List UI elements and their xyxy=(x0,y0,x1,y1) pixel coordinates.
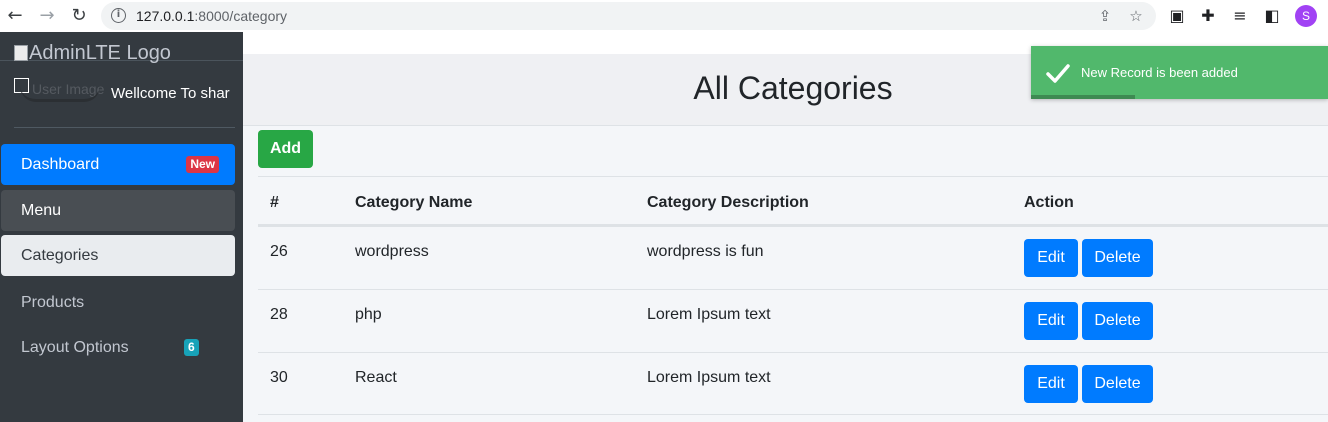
back-icon[interactable]: ← xyxy=(3,4,27,28)
reload-icon[interactable]: ↻ xyxy=(67,4,91,28)
cell-name: php xyxy=(355,306,382,323)
success-toast[interactable]: New Record is been added xyxy=(1031,46,1328,99)
media-queue-icon[interactable]: ≡ xyxy=(1229,5,1251,27)
cell-description: Lorem Ipsum text xyxy=(647,369,771,386)
sidebar-item-layout-options[interactable]: Layout Options 6 xyxy=(1,327,235,368)
column-header-description: Category Description xyxy=(647,194,809,211)
cell-id: 30 xyxy=(270,369,288,386)
browser-toolbar: ← → ↻ i 127.0.0.1:8000/category ⇪ ☆ ▣ ✚ … xyxy=(0,0,1328,32)
cell-id: 26 xyxy=(270,243,288,260)
new-badge: New xyxy=(186,156,219,173)
url-host: 127.0.0.1 xyxy=(136,8,195,24)
toast-progress-bar xyxy=(1031,95,1135,99)
table-row: 28 php Lorem Ipsum text Edit Delete xyxy=(258,289,1328,352)
column-header-name: Category Name xyxy=(355,194,473,211)
cell-name: wordpress xyxy=(355,243,429,260)
cell-description: Lorem Ipsum text xyxy=(647,306,771,323)
main-sidebar: AdminLTE Logo User Image Wellcome To sha… xyxy=(0,32,243,422)
edit-button[interactable]: Edit xyxy=(1024,239,1078,277)
brand-logo-alt: AdminLTE Logo xyxy=(29,42,171,64)
toast-message: New Record is been added xyxy=(1081,65,1238,80)
profile-avatar[interactable]: S xyxy=(1295,5,1317,27)
side-panel-icon[interactable]: ◧ xyxy=(1261,5,1283,27)
sidebar-item-label: Products xyxy=(21,294,85,311)
brand-link[interactable]: AdminLTE Logo xyxy=(0,32,243,64)
sidebar-item-label: Menu xyxy=(21,202,62,219)
bookmark-star-icon[interactable]: ☆ xyxy=(1126,6,1146,26)
sidebar-item-products[interactable]: Products xyxy=(1,282,235,323)
column-header-action: Action xyxy=(1024,194,1074,211)
check-icon xyxy=(1046,64,1070,83)
table-header-row: # Category Name Category Description Act… xyxy=(258,176,1328,226)
cell-description: wordpress is fun xyxy=(647,243,764,260)
cell-id: 28 xyxy=(270,306,288,323)
brand-logo: AdminLTE Logo xyxy=(14,42,171,65)
table-row: 26 wordpress wordpress is fun Edit Delet… xyxy=(258,226,1328,289)
share-icon[interactable]: ⇪ xyxy=(1095,6,1115,26)
edit-button[interactable]: Edit xyxy=(1024,302,1078,340)
delete-button[interactable]: Delete xyxy=(1082,239,1153,277)
cell-name: React xyxy=(355,369,397,386)
url-text[interactable]: 127.0.0.1:8000/category xyxy=(136,8,287,24)
user-name-link[interactable]: Wellcome To shar xyxy=(111,85,230,102)
sidebar-item-label: Dashboard xyxy=(21,156,100,173)
table-row: 30 React Lorem Ipsum text Edit Delete xyxy=(258,352,1328,415)
sidebar-item-dashboard[interactable]: Dashboard New xyxy=(1,144,235,185)
user-image-shadow xyxy=(20,86,100,102)
user-image: User Image xyxy=(14,78,104,106)
url-path: :8000/category xyxy=(194,8,288,24)
delete-button[interactable]: Delete xyxy=(1082,302,1153,340)
forward-icon[interactable]: → xyxy=(35,4,59,28)
delete-button[interactable]: Delete xyxy=(1082,365,1153,403)
image-extension-icon[interactable]: ▣ xyxy=(1166,5,1188,27)
site-info-icon[interactable]: i xyxy=(111,8,126,23)
address-bar[interactable]: i 127.0.0.1:8000/category ⇪ ☆ xyxy=(101,2,1156,30)
sidebar-item-label: Layout Options xyxy=(21,339,129,356)
sidebar-item-menu[interactable]: Menu xyxy=(1,190,235,231)
sidebar-item-label: Categories xyxy=(21,247,99,264)
broken-image-icon xyxy=(14,45,28,61)
edit-button[interactable]: Edit xyxy=(1024,365,1078,403)
sidebar-item-categories[interactable]: Categories xyxy=(1,235,235,276)
count-badge: 6 xyxy=(184,339,199,356)
column-header-id: # xyxy=(270,194,279,211)
extensions-puzzle-icon[interactable]: ✚ xyxy=(1197,5,1219,27)
add-button[interactable]: Add xyxy=(258,130,313,168)
sidebar-divider xyxy=(14,127,235,128)
